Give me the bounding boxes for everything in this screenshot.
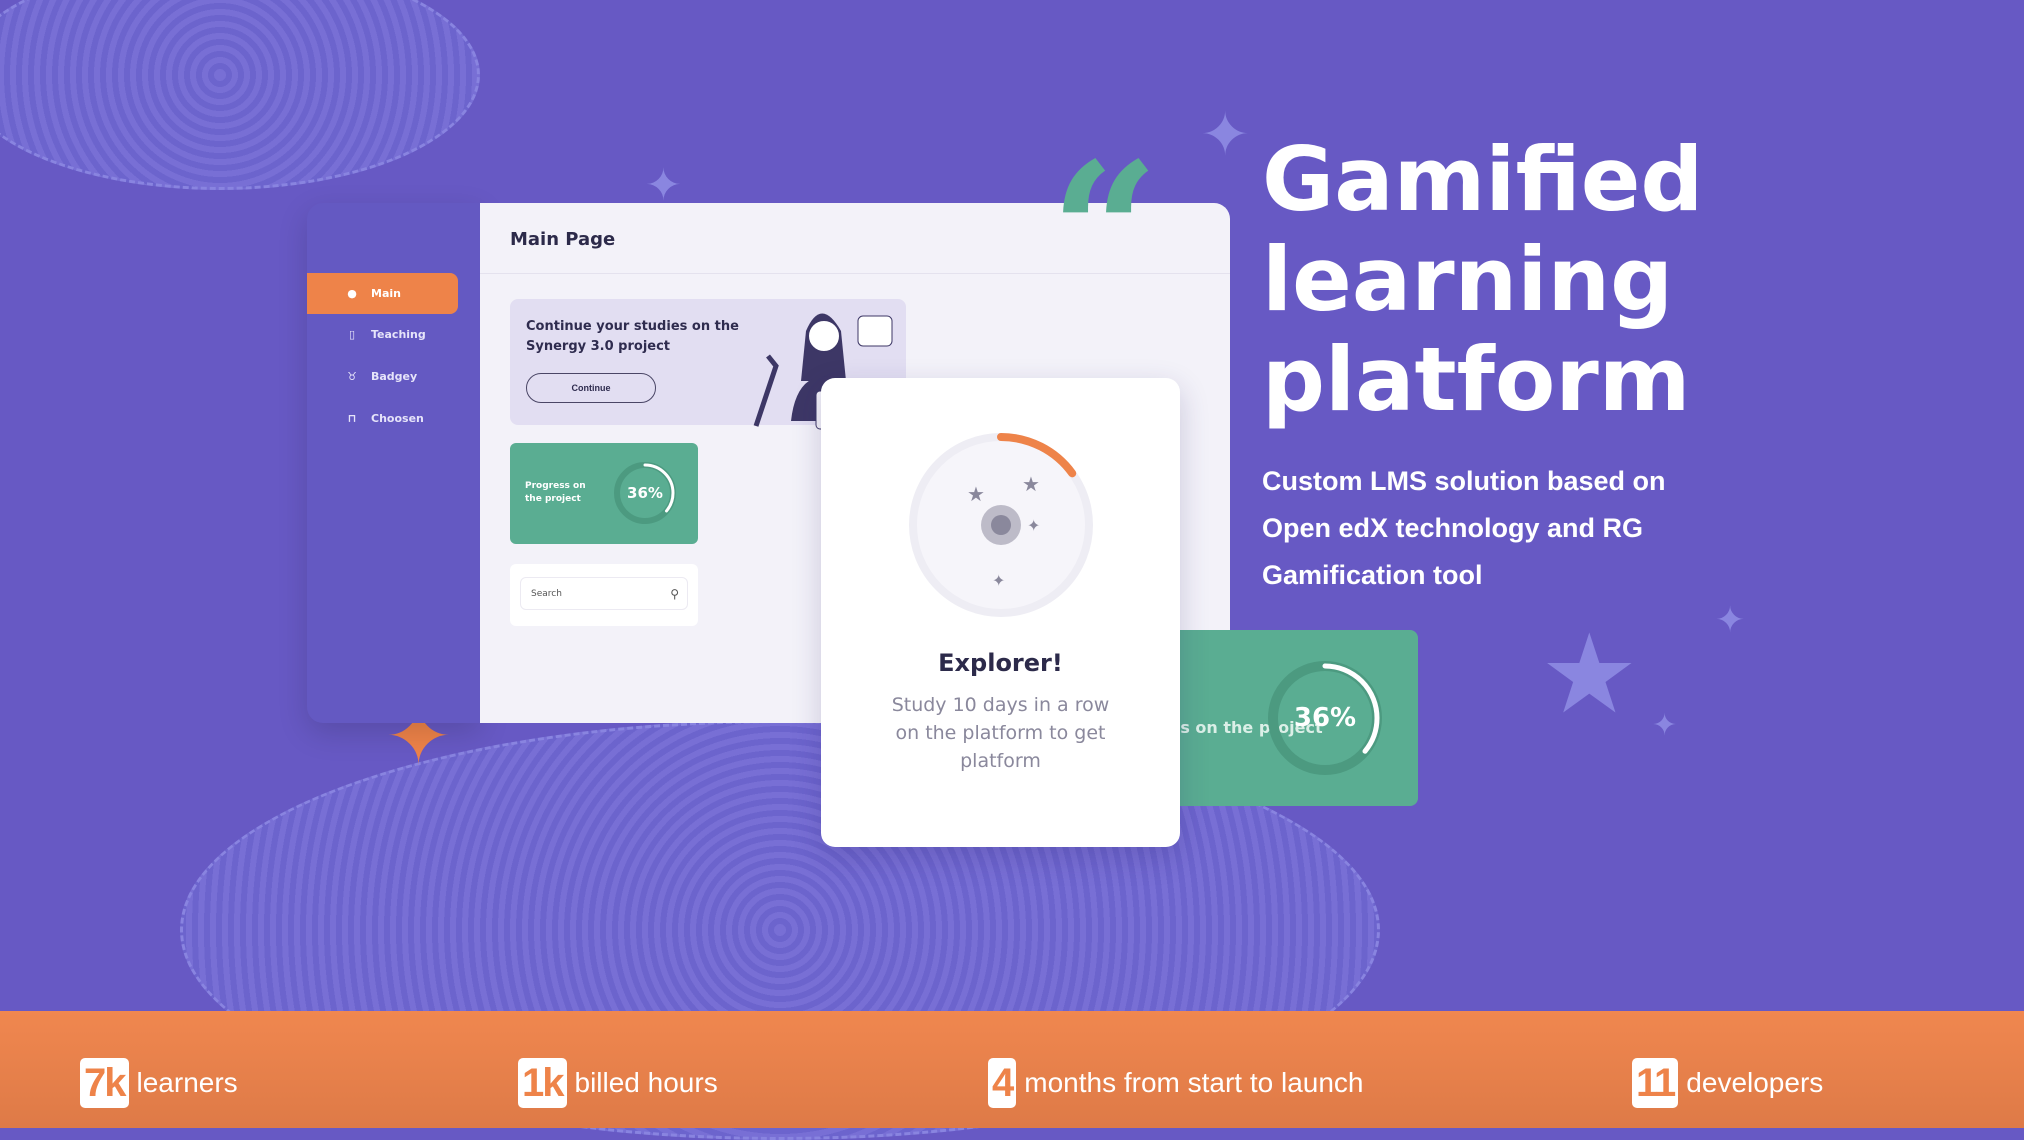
stat-label: billed hours — [574, 1067, 718, 1098]
stat-label: learners — [136, 1067, 238, 1098]
book-icon: ▯ — [348, 328, 356, 341]
star-icon: ✦ — [1652, 708, 1678, 743]
star-icon: ★ — [1540, 610, 1639, 738]
big-progress-card: Progress on the project 36% — [1180, 630, 1418, 806]
sidebar-item-teaching[interactable]: ▯ Teaching — [307, 314, 458, 355]
big-progress-ring: 36% — [1265, 658, 1385, 778]
stat-label: months from start to launch — [1024, 1067, 1364, 1098]
stat-number: 4 — [988, 1058, 1017, 1108]
stat-label: developers — [1686, 1067, 1824, 1098]
trophy-icon: ♉ — [347, 370, 357, 383]
stat-learners: 7k learners — [80, 1058, 238, 1108]
search-input[interactable]: Search ⚲ — [520, 577, 688, 610]
search-placeholder: Search — [531, 588, 562, 599]
cloud-decoration — [0, 0, 480, 190]
bookmark-icon: ⊓ — [347, 412, 357, 425]
search-icon[interactable]: ⚲ — [670, 587, 679, 601]
svg-text:✦: ✦ — [992, 571, 1005, 590]
star-icon: ✦ — [1715, 600, 1746, 641]
big-progress-value: 36% — [1293, 703, 1357, 733]
progress-label: Progress on the project — [525, 481, 586, 504]
stat-number: 7k — [80, 1058, 129, 1108]
achievement-description: Study 10 days in a row on the platform t… — [891, 694, 1110, 772]
quote-icon: “ — [1050, 121, 1159, 344]
hero-title-line: learning — [1262, 228, 1674, 331]
sidebar: ● Main ▯ Teaching ♉ Badgey ⊓ Choosen — [307, 203, 480, 723]
stats-band: 7k learners 1k billed hours 4 months from s… — [0, 1011, 2024, 1128]
hero-title: Gamified learning platform — [1262, 130, 1703, 430]
hero-subtitle: Custom LMS solution based on Open edX te… — [1262, 466, 1666, 590]
sidebar-item-label: Badgey — [371, 370, 418, 383]
achievement-badge-icon: ★ ★ ✦ ✦ — [909, 433, 1093, 617]
stat-billed-hours: 1k billed hours — [518, 1058, 718, 1108]
search-card: Search ⚲ — [510, 564, 698, 626]
sidebar-item-label: Choosen — [371, 412, 424, 425]
achievement-card: ★ ★ ✦ ✦ Explorer! Study 10 days in a row on… — [821, 378, 1180, 847]
page-title: Main Page — [510, 229, 616, 250]
sidebar-item-label: Teaching — [371, 328, 426, 341]
hero-title-line: Gamified — [1262, 128, 1704, 231]
sidebar-item-main[interactable]: ● Main — [307, 273, 458, 314]
star-icon: ✦ — [1200, 100, 1251, 170]
achievement-title: Explorer! — [938, 649, 1063, 677]
compass-icon: ● — [347, 287, 357, 300]
continue-button[interactable]: Continue — [526, 373, 656, 403]
svg-text:★: ★ — [1022, 472, 1040, 496]
progress-ring: 36% — [610, 458, 680, 528]
svg-text:★: ★ — [967, 482, 985, 506]
stat-months: 4 months from start to launch — [988, 1058, 1364, 1108]
sidebar-item-badgey[interactable]: ♉ Badgey — [307, 356, 458, 397]
progress-value: 36% — [627, 484, 663, 502]
sidebar-item-choosen[interactable]: ⊓ Choosen — [307, 398, 458, 439]
progress-card: Progress on the project 36% — [510, 443, 698, 544]
stat-number: 11 — [1632, 1058, 1679, 1108]
svg-text:✦: ✦ — [1027, 516, 1040, 535]
sidebar-item-label: Main — [371, 287, 401, 300]
continue-text: Continue your studies on the Synergy 3.0… — [526, 319, 739, 354]
hero-title-line: platform — [1262, 328, 1691, 431]
stat-developers: 11 developers — [1632, 1058, 1823, 1108]
stat-number: 1k — [518, 1058, 567, 1108]
